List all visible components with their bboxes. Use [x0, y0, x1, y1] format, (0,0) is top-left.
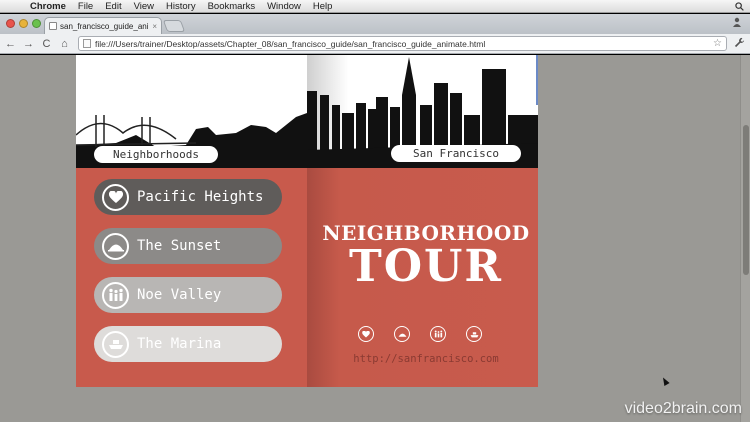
heart-icon [102, 183, 129, 211]
menu-bar: Chrome File Edit View History Bookmarks … [0, 0, 750, 13]
browser-tab[interactable]: san_francisco_guide_animate × [44, 17, 162, 34]
window-controls [6, 19, 41, 28]
minimize-window-button[interactable] [19, 19, 28, 28]
family-icon [430, 326, 446, 342]
nav-item-the-sunset[interactable]: The Sunset [94, 228, 282, 264]
browser-toolbar: ← → C ⌂ file:///Users/trainer/Desktop/as… [0, 34, 750, 54]
menu-window[interactable]: Window [261, 1, 307, 12]
nav-item-label: The Marina [137, 336, 222, 352]
address-bar[interactable]: file:///Users/trainer/Desktop/assets/Cha… [78, 36, 727, 51]
bookmark-star-icon[interactable]: ☆ [713, 38, 722, 49]
nav-item-pacific-heights[interactable]: Pacific Heights [94, 179, 282, 215]
page-favicon-icon [49, 22, 57, 30]
address-bar-url[interactable]: file:///Users/trainer/Desktop/assets/Cha… [95, 39, 709, 49]
san-francisco-label: San Francisco [391, 145, 521, 162]
guide-page: Neighborhoods San Francisco Pacific Heig… [76, 55, 538, 387]
menu-chrome[interactable]: Chrome [24, 1, 72, 12]
menu-history[interactable]: History [160, 1, 202, 12]
nav-item-label: The Sunset [137, 238, 222, 254]
page-icon [83, 39, 91, 48]
home-button[interactable]: ⌂ [58, 38, 71, 50]
tab-close-icon[interactable]: × [152, 22, 157, 31]
tab-strip: san_francisco_guide_animate × [0, 14, 750, 34]
menubar-status-area [735, 1, 750, 11]
new-tab-button[interactable] [162, 20, 186, 32]
boat-icon [102, 330, 129, 358]
nav-item-label: Noe Valley [137, 287, 222, 303]
vertical-scrollbar[interactable] [740, 55, 750, 422]
spotlight-search-icon[interactable] [735, 1, 744, 11]
menu-help[interactable]: Help [307, 1, 339, 12]
boat-icon [466, 326, 482, 342]
sun-icon [394, 326, 410, 342]
close-window-button[interactable] [6, 19, 15, 28]
site-url-text[interactable]: http://sanfrancisco.com [321, 353, 531, 365]
zoom-window-button[interactable] [32, 19, 41, 28]
neighborhood-menu: Pacific Heights The Sunset Noe Valley Th… [94, 179, 282, 375]
heart-icon [358, 326, 374, 342]
scrollbar-thumb[interactable] [743, 125, 749, 275]
tab-title: san_francisco_guide_animate [60, 21, 149, 31]
sun-icon [102, 232, 129, 260]
menu-file[interactable]: File [72, 1, 99, 12]
forward-button[interactable]: → [22, 38, 35, 50]
menu-bookmarks[interactable]: Bookmarks [202, 1, 262, 12]
menu-edit[interactable]: Edit [99, 1, 127, 12]
video2brain-watermark: video2brain.com [624, 400, 742, 417]
tour-icon-row [358, 326, 482, 342]
page-edge-line [536, 55, 538, 105]
family-icon [102, 281, 129, 309]
nav-item-the-marina[interactable]: The Marina [94, 326, 282, 362]
wrench-menu-icon[interactable] [732, 37, 746, 51]
tour-title-line-2: TOUR [348, 241, 503, 292]
profile-icon[interactable] [732, 17, 742, 30]
nav-item-noe-valley[interactable]: Noe Valley [94, 277, 282, 313]
back-button[interactable]: ← [4, 38, 17, 50]
reload-button[interactable]: C [40, 38, 53, 50]
neighborhoods-label: Neighborhoods [94, 146, 218, 163]
nav-item-label: Pacific Heights [137, 189, 264, 205]
menu-view[interactable]: View [128, 1, 160, 12]
